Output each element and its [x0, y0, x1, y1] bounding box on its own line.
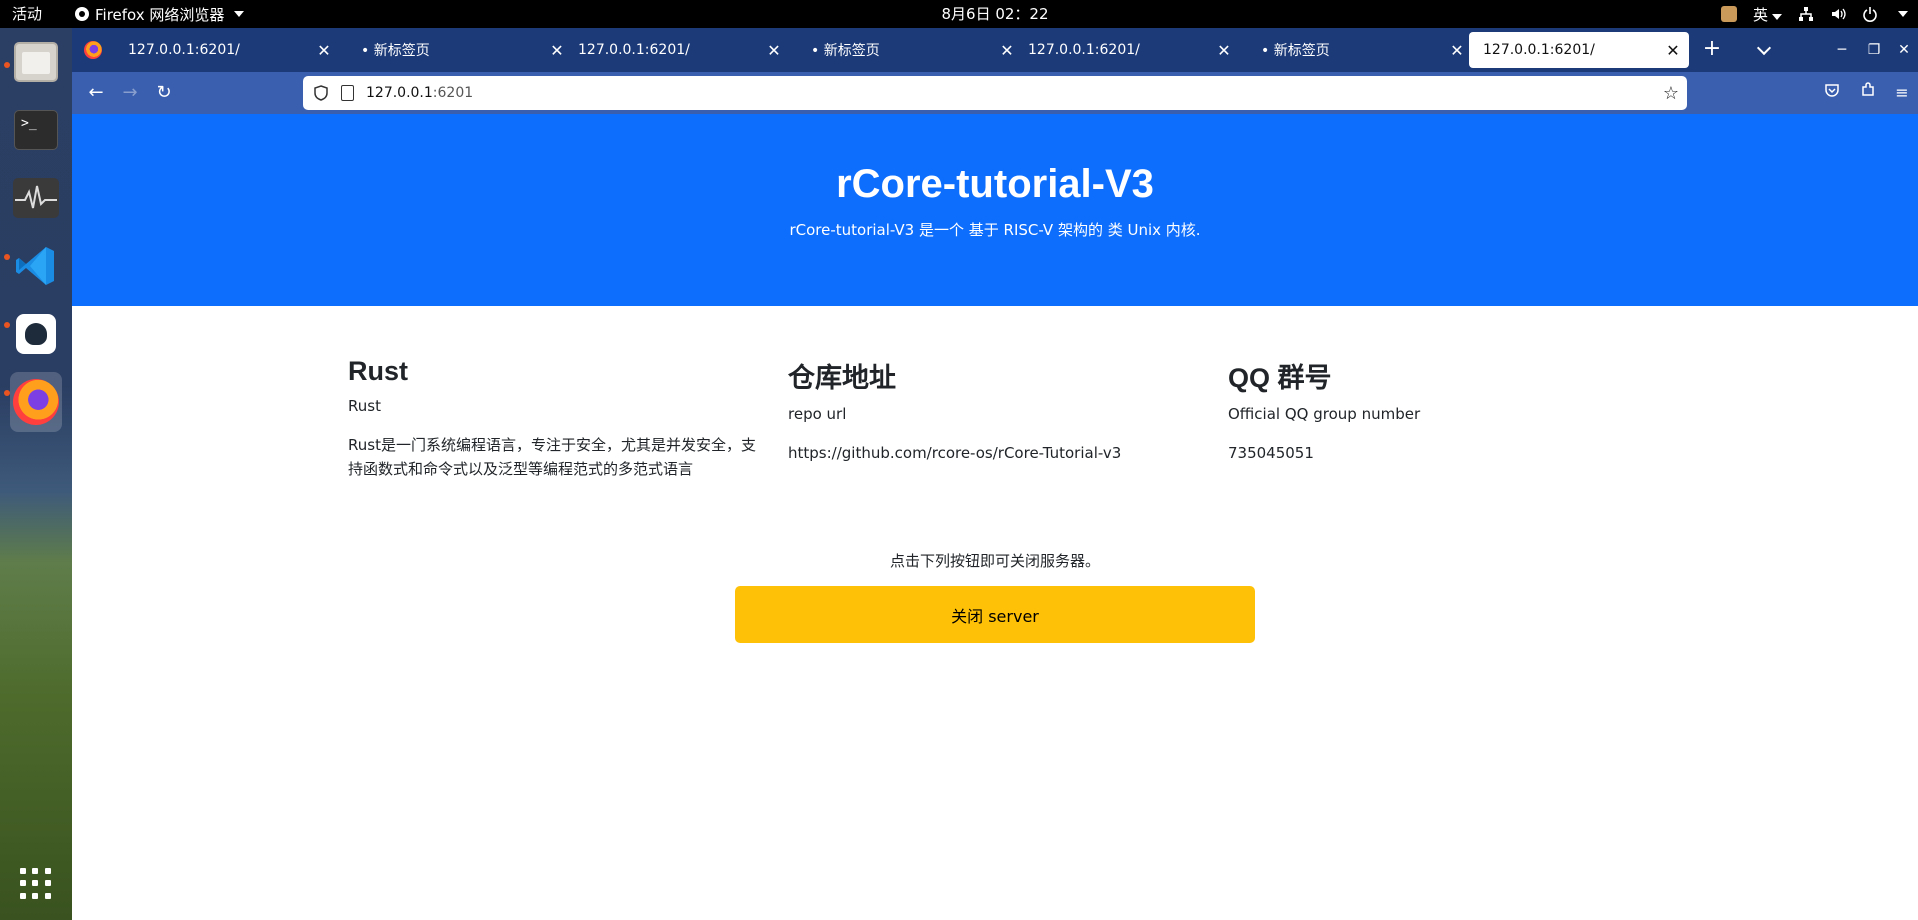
clock[interactable]: 8月6日 02：22 [0, 0, 1918, 28]
column-heading: QQ 群号 [1228, 363, 1332, 393]
restore-button[interactable]: ❐ [1862, 38, 1886, 62]
column-subheading: repo url [788, 405, 847, 423]
repo-url-text: https://github.com/rcore-os/rCore-Tutori… [788, 444, 1122, 462]
tab-2[interactable]: • 新标签页 ✕ [347, 32, 573, 68]
url-host: 127.0.0.1 [366, 85, 433, 101]
close-icon[interactable]: ✕ [764, 40, 784, 60]
tab-label: • 新标签页 [361, 43, 430, 59]
chevron-down-icon[interactable] [1898, 11, 1908, 17]
column-repo: 仓库地址 repo url https://github.com/rcore-o… [788, 356, 1228, 481]
gnome-top-bar: 活动 Firefox 网络浏览器 8月6日 02：22 英 [0, 0, 1918, 28]
info-columns: Rust Rust Rust是一门系统编程语言，专注于安全，尤其是并发安全，支持… [348, 356, 1668, 481]
chevron-down-icon [1756, 40, 1772, 56]
web-page: rCore-tutorial-V3 rCore-tutorial-V3 是一个 … [72, 114, 1918, 920]
url-text[interactable]: 127.0.0.1:6201 [366, 85, 473, 101]
tab-1[interactable]: 127.0.0.1:6201/ ✕ [114, 32, 340, 68]
list-all-tabs-button[interactable] [1752, 38, 1776, 62]
close-icon[interactable]: ✕ [1214, 40, 1234, 60]
qq-group-number: 735045051 [1228, 444, 1314, 462]
page-icon[interactable] [341, 85, 354, 101]
tab-label: • 新标签页 [1261, 43, 1330, 59]
close-window-button[interactable]: ✕ [1892, 38, 1916, 62]
page-subtitle: rCore-tutorial-V3 是一个 基于 RISC-V 架构的 类 Un… [789, 221, 1201, 239]
terminal-icon: >_ [14, 110, 58, 150]
column-subheading: Rust [348, 397, 381, 415]
tab-label: • 新标签页 [811, 43, 880, 59]
shutdown-notice: 点击下列按钮即可关闭服务器。 [889, 552, 1100, 570]
minimize-button[interactable]: ─ [1830, 38, 1854, 62]
nav-bar: ← → ↻ 127.0.0.1:6201 ☆ ≡ [72, 72, 1918, 114]
reload-button[interactable]: ↻ [152, 81, 176, 105]
extensions-icon[interactable] [1856, 81, 1880, 105]
tab-3[interactable]: 127.0.0.1:6201/ ✕ [564, 32, 790, 68]
back-button[interactable]: ← [84, 81, 108, 105]
column-rust: Rust Rust Rust是一门系统编程语言，专注于安全，尤其是并发安全，支持… [348, 356, 788, 481]
column-qq: QQ 群号 Official QQ group number 735045051 [1228, 356, 1668, 481]
firefox-window: 127.0.0.1:6201/ ✕ • 新标签页 ✕ 127.0.0.1:620… [72, 28, 1918, 920]
column-subheading: Official QQ group number [1228, 405, 1421, 423]
close-server-button[interactable]: 关闭 server [735, 586, 1255, 643]
show-apps-grid-icon[interactable] [20, 868, 52, 900]
url-bar[interactable]: 127.0.0.1:6201 ☆ [303, 76, 1687, 110]
system-monitor-icon [13, 178, 59, 218]
input-method-indicator[interactable]: 英 [1753, 4, 1782, 25]
pocket-icon[interactable] [1820, 81, 1844, 105]
dock-files[interactable] [10, 36, 62, 88]
url-port: :6201 [432, 85, 474, 101]
vscode-icon [16, 247, 54, 285]
hamburger-menu-icon[interactable]: ≡ [1890, 81, 1914, 105]
close-icon[interactable]: ✕ [1663, 40, 1683, 60]
firefox-app-icon [75, 7, 89, 21]
new-tab-button[interactable]: + [1700, 38, 1724, 62]
column-heading: 仓库地址 [788, 363, 896, 393]
forward-button[interactable]: → [118, 81, 142, 105]
system-tray[interactable]: 英 [1720, 0, 1908, 28]
input-method-label: 英 [1752, 5, 1768, 24]
column-heading: Rust [348, 356, 408, 386]
firefox-icon [13, 379, 59, 425]
volume-icon[interactable] [1830, 6, 1846, 22]
chevron-down-icon [1772, 13, 1782, 20]
column-body: Rust是一门系统编程语言，专注于安全，尤其是并发安全，支持函数式和命令式以及泛… [348, 436, 756, 478]
dock-cat-app[interactable] [10, 308, 62, 360]
dock-system-monitor[interactable] [10, 172, 62, 224]
tab-strip: 127.0.0.1:6201/ ✕ • 新标签页 ✕ 127.0.0.1:620… [72, 28, 1918, 72]
power-icon[interactable] [1862, 6, 1878, 22]
tab-7-active[interactable]: 127.0.0.1:6201/ ✕ [1469, 32, 1689, 68]
hero-banner: rCore-tutorial-V3 rCore-tutorial-V3 是一个 … [72, 114, 1918, 306]
dock-vscode[interactable] [10, 240, 62, 292]
close-icon[interactable]: ✕ [314, 40, 334, 60]
tab-label: 127.0.0.1:6201/ [1483, 42, 1595, 58]
cat-tray-icon[interactable] [1720, 6, 1737, 22]
dock-firefox[interactable] [10, 372, 62, 432]
close-icon[interactable]: ✕ [1447, 40, 1467, 60]
dock: >_ [0, 28, 72, 920]
app-menu-label: Firefox 网络浏览器 [95, 5, 225, 24]
tab-4[interactable]: • 新标签页 ✕ [797, 32, 1023, 68]
files-icon [14, 42, 58, 82]
tab-label: 127.0.0.1:6201/ [128, 42, 240, 58]
tab-6[interactable]: • 新标签页 ✕ [1247, 32, 1473, 68]
network-icon[interactable] [1798, 6, 1814, 22]
bookmark-star-icon[interactable]: ☆ [1663, 83, 1679, 104]
page-title: rCore-tutorial-V3 [836, 162, 1154, 206]
activities-button[interactable]: 活动 [12, 0, 42, 28]
tab-5[interactable]: 127.0.0.1:6201/ ✕ [1014, 32, 1240, 68]
shield-icon[interactable] [313, 85, 329, 101]
tab-label: 127.0.0.1:6201/ [1028, 42, 1140, 58]
cat-icon [16, 314, 56, 354]
tab-label: 127.0.0.1:6201/ [578, 42, 690, 58]
app-menu[interactable]: Firefox 网络浏览器 [75, 0, 245, 28]
dock-terminal[interactable]: >_ [10, 104, 62, 156]
chevron-down-icon [234, 11, 245, 17]
firefox-view-icon[interactable] [84, 41, 102, 59]
